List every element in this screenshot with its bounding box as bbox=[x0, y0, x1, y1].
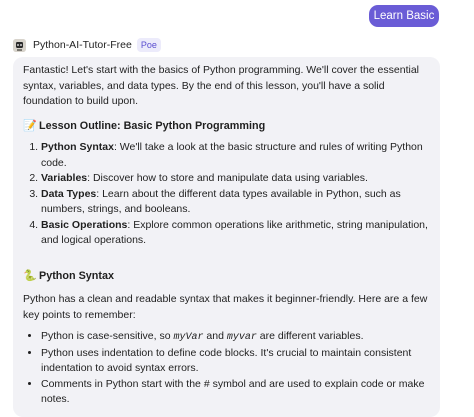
syntax-text: Python is case-sensitive, so bbox=[41, 330, 174, 342]
outline-item-data-types: Data Types: Learn about the different da… bbox=[41, 187, 431, 218]
syntax-intro-paragraph: Python has a clean and readable syntax t… bbox=[23, 293, 428, 321]
outline-item-title: Python Syntax bbox=[41, 141, 114, 153]
outline-item-text: : Discover how to store and manipulate d… bbox=[87, 172, 368, 184]
bot-message-bubble: Fantastic! Let's start with the basics o… bbox=[13, 57, 440, 417]
outline-item-basic-operations: Basic Operations: Explore common operati… bbox=[41, 218, 431, 249]
inline-code: myvar bbox=[226, 332, 257, 343]
lesson-outline-heading: 📝 Lesson Outline: Basic Python Programmi… bbox=[23, 119, 431, 135]
syntax-point-indentation: Python uses indentation to define code b… bbox=[41, 346, 431, 377]
poe-badge: Poe bbox=[136, 38, 161, 52]
syntax-text: are different variables. bbox=[256, 330, 364, 342]
outline-item-title: Basic Operations bbox=[41, 218, 128, 231]
syntax-text: and bbox=[203, 330, 227, 342]
syntax-point-case-sensitive: Python is case-sensitive, so myVar and m… bbox=[41, 329, 431, 346]
inline-code: myVar bbox=[173, 332, 204, 343]
intro-paragraph: Fantastic! Let's start with the basics o… bbox=[23, 64, 419, 107]
snake-icon: 🐍 bbox=[23, 270, 37, 283]
outline-item-title: Variables bbox=[41, 172, 88, 184]
memo-icon: 📝 bbox=[23, 120, 37, 133]
bot-name[interactable]: Python-AI-Tutor-Free bbox=[33, 39, 132, 51]
syntax-point-comments: Comments in Python start with the # symb… bbox=[41, 377, 431, 408]
python-syntax-heading: 🐍 Python Syntax bbox=[23, 269, 431, 285]
outline-item-variables: Variables: Discover how to store and man… bbox=[41, 171, 431, 187]
outline-item-title: Data Types bbox=[41, 187, 97, 200]
outline-item-syntax: Python Syntax: We'll take a look at the … bbox=[41, 140, 431, 171]
python-syntax-title: Python Syntax bbox=[39, 269, 114, 282]
bot-header: Python-AI-Tutor-Free Poe bbox=[13, 36, 161, 54]
syntax-points-list: Python is case-sensitive, so myVar and m… bbox=[23, 329, 431, 408]
lesson-outline-title: Lesson Outline: Basic Python Programming bbox=[39, 119, 266, 132]
learn-basic-button[interactable]: Learn Basic bbox=[369, 5, 439, 27]
robot-avatar-icon[interactable] bbox=[13, 38, 26, 52]
lesson-outline-list: Python Syntax: We'll take a look at the … bbox=[23, 140, 431, 249]
